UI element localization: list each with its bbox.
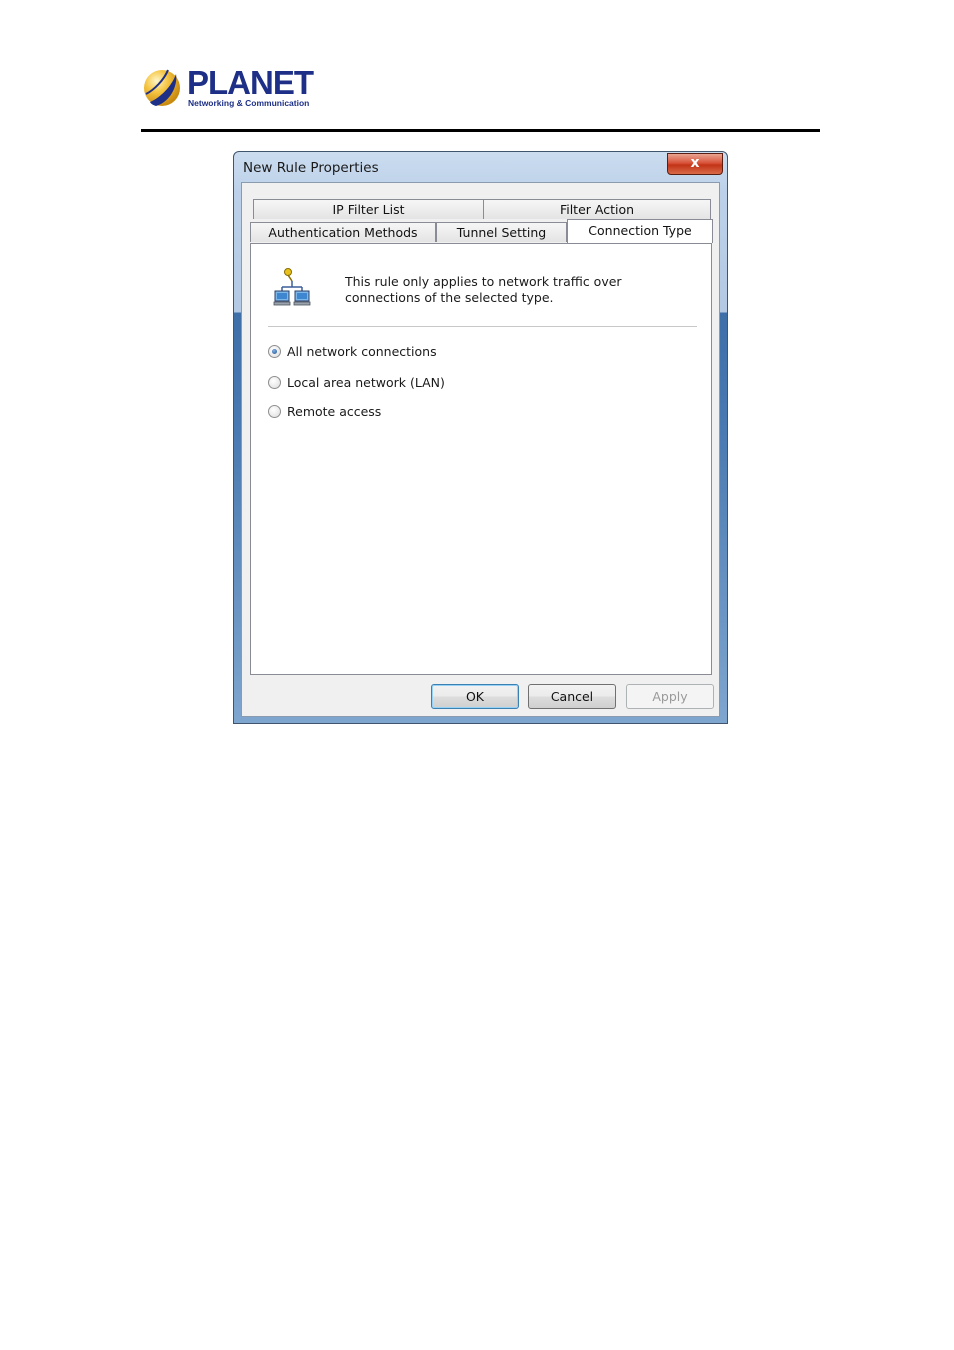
tab-label: Filter Action xyxy=(559,202,635,217)
rule-description: This rule only applies to network traffi… xyxy=(345,274,622,305)
cancel-button[interactable]: Cancel xyxy=(528,684,616,709)
logo-tagline: Networking & Communication xyxy=(188,98,310,108)
new-rule-properties-dialog: New Rule Properties x IP Filter List Fil… xyxy=(233,151,728,724)
tab-authentication-methods[interactable]: Authentication Methods xyxy=(250,222,436,242)
connection-type-panel: This rule only applies to network traffi… xyxy=(250,243,712,675)
radio-all-network-connections[interactable]: All network connections xyxy=(268,342,437,360)
close-icon: x xyxy=(690,155,700,171)
radio-button-checked[interactable] xyxy=(268,344,281,358)
tab-ip-filter-list[interactable]: IP Filter List xyxy=(253,199,484,219)
tab-label: Connection Type xyxy=(588,223,692,238)
globe-logo-icon xyxy=(144,69,180,106)
radio-label: Local area network (LAN) xyxy=(287,374,445,390)
ok-button[interactable]: OK xyxy=(431,684,519,709)
close-button[interactable]: x xyxy=(667,153,723,175)
tab-label: IP Filter List xyxy=(332,202,405,217)
tab-label: Authentication Methods xyxy=(268,225,418,240)
radio-button[interactable] xyxy=(268,404,281,418)
apply-button[interactable]: Apply xyxy=(626,684,714,709)
tab-connection-type[interactable]: Connection Type xyxy=(567,219,713,243)
tab-tunnel-setting[interactable]: Tunnel Setting xyxy=(436,222,567,242)
radio-local-area-network[interactable]: Local area network (LAN) xyxy=(268,373,445,391)
radio-label: Remote access xyxy=(287,403,382,419)
tab-filter-action[interactable]: Filter Action xyxy=(483,199,711,219)
dialog-client-area: IP Filter List Filter Action Authenticat… xyxy=(241,182,720,717)
radio-remote-access[interactable]: Remote access xyxy=(268,402,381,420)
logo-wordmark: PLANET xyxy=(187,64,314,101)
dialog-title: New Rule Properties xyxy=(243,160,379,176)
network-connections-icon xyxy=(273,268,311,306)
radio-label: All network connections xyxy=(287,343,437,359)
radio-button[interactable] xyxy=(268,375,281,389)
header-rule xyxy=(141,129,820,132)
tab-label: Tunnel Setting xyxy=(456,225,547,240)
planet-logo: PLANET Networking & Communication xyxy=(142,66,314,110)
separator xyxy=(268,326,697,327)
